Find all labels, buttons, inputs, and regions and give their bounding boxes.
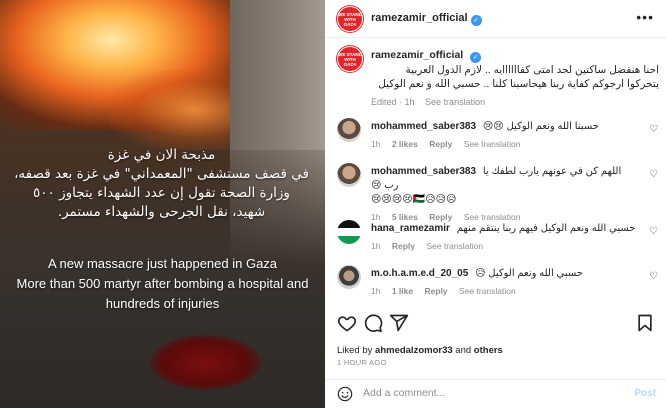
english-line: hundreds of injuries: [105, 296, 220, 311]
author-avatar[interactable]: WE STAND WITH GAZA: [337, 6, 363, 32]
comment-meta: 1h Reply See translation: [371, 239, 636, 253]
emoji-icon[interactable]: [337, 386, 353, 402]
comment-text: حسبنا الله ونعم الوكيل 😢😢: [482, 121, 599, 132]
comment-username[interactable]: m.o.h.a.m.e.d_20_05: [371, 268, 468, 279]
comment-time: 1h: [371, 241, 381, 251]
comment-body: hana_ramezamir حسبي الله ونعم الوكيل فيه…: [371, 222, 636, 253]
author-username[interactable]: ramezamir_official ✓: [371, 12, 482, 26]
english-line: A new massacre just happened in Gaza: [47, 256, 278, 271]
add-comment-input[interactable]: [363, 387, 613, 399]
comment-meta: 1h 1 like Reply See translation: [371, 284, 636, 298]
author-username-text[interactable]: ramezamir_official: [371, 12, 468, 24]
post-comment-button[interactable]: Post: [634, 388, 656, 399]
share-icon[interactable]: [389, 313, 409, 333]
action-bar: [325, 313, 666, 339]
liked-by-text: Liked by ahmedalzomor33 and others: [337, 345, 503, 356]
commenter-avatar[interactable]: [337, 220, 361, 244]
comment-see-translation[interactable]: See translation: [464, 212, 521, 222]
commenter-avatar[interactable]: [337, 265, 361, 289]
post-details-panel: WE STAND WITH GAZA ramezamir_official ✓ •…: [325, 0, 666, 408]
arabic-line: مذبحة الان في غزة: [107, 147, 216, 163]
comment-time: 1h: [371, 286, 381, 296]
post-caption: ramezamir_official ✓ احنا هنفضل ساكتين لح…: [371, 48, 659, 109]
comment-meta: 1h 2 likes Reply See translation: [371, 137, 636, 151]
liked-by-user[interactable]: ahmedalzomor33: [375, 345, 453, 356]
arabic-line: شهيد، نقل الجرحى والشهداء مستمر.: [57, 204, 266, 220]
comment-time: 1h: [371, 212, 381, 222]
comment-reply-button[interactable]: Reply: [392, 241, 415, 251]
post-image[interactable]: مذبحة الان في غزة في قصف مستشفى "المعمدا…: [0, 0, 325, 408]
comment-reply-button[interactable]: Reply: [425, 286, 448, 296]
caption-see-translation[interactable]: See translation: [425, 97, 485, 107]
comment-username[interactable]: mohammed_saber383: [371, 121, 476, 132]
comment-body: mohammed_saber383 حسبنا الله ونعم الوكيل…: [371, 120, 636, 151]
comment-reply-button[interactable]: Reply: [429, 212, 452, 222]
english-line: More than 500 martyr after bombing a hos…: [16, 276, 309, 291]
heart-icon[interactable]: [337, 313, 357, 333]
liked-by-others[interactable]: others: [474, 345, 503, 356]
caption-username[interactable]: ramezamir_official: [371, 49, 463, 61]
comment-likes[interactable]: 2 likes: [392, 139, 418, 149]
verified-badge-icon: ✓: [470, 15, 482, 26]
arabic-line: وزارة الصحة تقول إن عدد الشهداء يتجاوز ٥…: [33, 185, 290, 201]
comment-username[interactable]: hana_ramezamir: [371, 223, 450, 234]
comment-like-heart-icon[interactable]: ♡: [649, 169, 658, 180]
caption-avatar[interactable]: WE STAND WITH GAZA: [337, 46, 363, 72]
liked-by-middle: and: [452, 345, 474, 356]
commenter-avatar[interactable]: [337, 163, 361, 187]
comment-see-translation[interactable]: See translation: [464, 139, 521, 149]
comment-like-heart-icon[interactable]: ♡: [649, 271, 658, 282]
comment-body: m.o.h.a.m.e.d_20_05 حسبي الله ونعم الوكي…: [371, 267, 636, 298]
comment-like-heart-icon[interactable]: ♡: [649, 226, 658, 237]
more-options-icon[interactable]: •••: [636, 9, 654, 25]
comment-text-line2: 😢😢😢😢🇵🇸😥😥😥: [371, 194, 457, 205]
comment-see-translation[interactable]: See translation: [426, 241, 483, 251]
comment-text: حسبي الله ونعم الوكيل فيهم ربنا ينتقم من…: [456, 223, 636, 234]
comment-like-heart-icon[interactable]: ♡: [649, 124, 658, 135]
commenter-avatar[interactable]: [337, 118, 361, 142]
comment-likes[interactable]: 1 like: [392, 286, 413, 296]
arabic-line: في قصف مستشفى "المعمداني" في غزة بعد قصف…: [14, 166, 309, 182]
comment-username[interactable]: mohammed_saber383: [371, 166, 476, 177]
comment-body: mohammed_saber383 اللهم كن في عونهم يارب…: [371, 165, 636, 224]
post-time-ago[interactable]: 1 HOUR AGO: [337, 358, 387, 367]
comment-likes[interactable]: 5 likes: [392, 212, 418, 222]
comment-icon[interactable]: [363, 313, 383, 333]
liked-by-prefix: Liked by: [337, 345, 376, 356]
caption-edited-time: Edited · 1h: [371, 97, 415, 107]
comment-time: 1h: [371, 139, 381, 149]
post-header: WE STAND WITH GAZA ramezamir_official ✓ •…: [325, 0, 666, 38]
comment-text: حسبي الله ونعم الوكيل 😥: [475, 268, 583, 279]
avatar-text: WITH GAZA: [343, 16, 357, 27]
caption-text: احنا هنفضل ساكتين لحد امتى كفاااااايه ..…: [378, 64, 659, 90]
english-overlay-text: A new massacre just happened in Gaza Mor…: [10, 254, 315, 314]
comment-reply-button[interactable]: Reply: [429, 139, 452, 149]
verified-badge-icon: ✓: [470, 52, 482, 63]
avatar-text: WITH GAZA: [343, 56, 357, 67]
caption-meta: Edited · 1h See translation: [371, 95, 659, 109]
arabic-overlay-text: مذبحة الان في غزة في قصف مستشفى "المعمدا…: [14, 146, 309, 222]
add-comment-bar: Post: [325, 379, 666, 408]
blood-stain: [150, 335, 260, 390]
comment-see-translation[interactable]: See translation: [459, 286, 516, 296]
bookmark-icon[interactable]: [635, 313, 655, 333]
